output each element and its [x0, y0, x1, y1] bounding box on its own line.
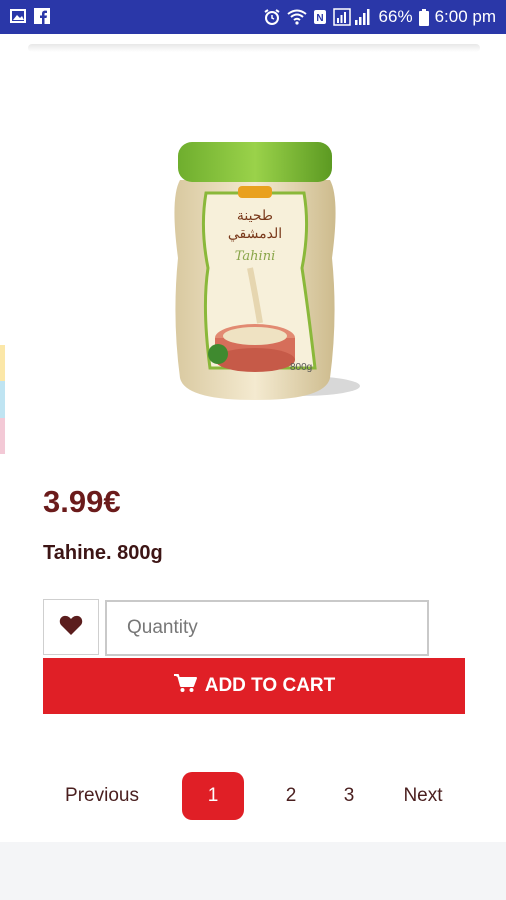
alarm-icon: [263, 8, 281, 26]
battery-icon: [418, 8, 429, 26]
wishlist-button[interactable]: [43, 599, 99, 655]
pagination-page-3[interactable]: 3: [334, 772, 364, 820]
pagination-previous[interactable]: Previous: [56, 772, 148, 820]
svg-text:800g: 800g: [290, 362, 312, 373]
product-price: 3.99€: [43, 484, 121, 519]
product-image[interactable]: طحينة الدمشقي Tahini 800g: [150, 138, 360, 408]
footer: [0, 842, 506, 900]
svg-text:N: N: [316, 13, 323, 24]
status-bar: N 66% 6:00 pm: [0, 0, 506, 34]
pagination: Previous 1 2 3 Next: [0, 772, 506, 824]
facebook-icon: [34, 8, 50, 24]
header-divider: [28, 44, 480, 52]
battery-percent: 66%: [378, 7, 413, 26]
pagination-page-1[interactable]: 1: [182, 772, 244, 820]
quantity-input[interactable]: [105, 600, 429, 656]
svg-text:الدمشقي: الدمشقي: [228, 226, 282, 242]
status-time: 6:00 pm: [434, 7, 496, 26]
cart-icon: [173, 673, 197, 699]
add-to-cart-button[interactable]: ADD TO CART: [43, 658, 465, 714]
image-icon: [10, 8, 26, 24]
add-to-cart-label: ADD TO CART: [204, 675, 336, 696]
pagination-next[interactable]: Next: [392, 772, 454, 820]
side-color-stripe: [0, 345, 5, 455]
signal-icon: [332, 8, 373, 26]
pagination-page-2[interactable]: 2: [276, 772, 306, 820]
nfc-icon: N: [313, 9, 327, 25]
product-name: Tahine. 800g: [43, 542, 163, 564]
svg-text:طحينة: طحينة: [237, 208, 273, 224]
heart-icon: [59, 614, 83, 641]
wifi-icon: [286, 9, 307, 25]
svg-text:Tahini: Tahini: [235, 249, 275, 264]
